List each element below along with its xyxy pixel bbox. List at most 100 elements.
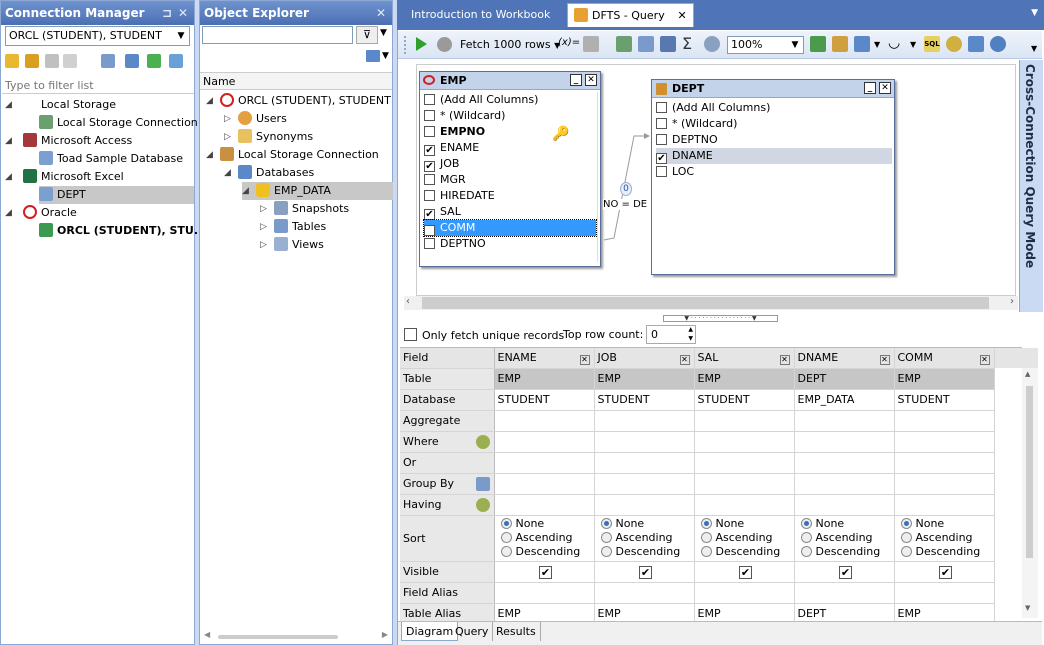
dept-column-checkbox[interactable]: ✔	[656, 153, 667, 164]
grid-cell[interactable]	[794, 431, 895, 453]
tab-query[interactable]: Query	[451, 622, 494, 641]
scrollbar-thumb[interactable]	[1026, 386, 1033, 558]
sort-radio[interactable]	[600, 518, 612, 529]
tab-dfts-query[interactable]: DFTS - Query ✕	[567, 3, 694, 27]
splitter-handle[interactable]: ▼ · · · · · · · · · · · · · · · · ▼	[663, 315, 778, 322]
sort-option[interactable]: Ascending	[900, 531, 994, 545]
grid-cell[interactable]	[794, 410, 895, 432]
grid-cell[interactable]	[894, 473, 995, 495]
emp-column-row[interactable]: HIREDATE	[424, 188, 596, 204]
grid-cell[interactable]	[694, 452, 795, 474]
grid-cell[interactable]	[594, 410, 695, 432]
disconnect-icon[interactable]	[45, 54, 59, 68]
visible-checkbox[interactable]: ✔	[639, 566, 652, 579]
sort-option[interactable]: Ascending	[500, 531, 594, 545]
sort-radio[interactable]	[800, 532, 812, 543]
grid-cell[interactable]: STUDENT	[594, 389, 695, 411]
grid-cell[interactable]	[494, 582, 595, 604]
eraser-icon[interactable]	[583, 36, 599, 52]
tree-item-databases[interactable]: ◢ Databases	[224, 164, 314, 182]
emp-column-row[interactable]: ✔ COMM	[423, 219, 597, 237]
grid-cell[interactable]: ✔	[594, 561, 695, 583]
grid-cell[interactable]: ✔	[794, 561, 895, 583]
grid-cell[interactable]	[794, 452, 895, 474]
tree-item-snapshots[interactable]: ▷ Snapshots	[260, 200, 349, 218]
magnifier-icon[interactable]	[704, 36, 720, 52]
sort-option[interactable]: None	[600, 517, 694, 531]
grid-cell[interactable]	[594, 431, 695, 453]
undo-icon[interactable]: ◡	[888, 35, 900, 51]
grid-cell[interactable]	[894, 410, 995, 432]
top-row-count-input[interactable]: 0 ▲ ▼	[646, 325, 696, 344]
grid-cell[interactable]	[694, 410, 795, 432]
grid-cell[interactable]: DEPT	[794, 368, 895, 390]
grid-cell[interactable]: ✕ COMM	[894, 348, 995, 369]
sort-radio[interactable]	[800, 518, 812, 529]
grid-cell[interactable]	[894, 452, 995, 474]
fetch-rows-button[interactable]: Fetch 1000 rows ▼	[460, 37, 560, 53]
chevron-down-icon[interactable]: ▼	[382, 51, 389, 61]
close-icon[interactable]: ✕	[376, 1, 386, 25]
sort-radio[interactable]	[500, 532, 512, 543]
grid-cell[interactable]: EMP	[694, 368, 795, 390]
grid-cell[interactable]	[894, 582, 995, 604]
scroll-up-icon[interactable]: ▲	[1025, 370, 1030, 378]
grid-cell[interactable]	[494, 494, 595, 516]
sort-option[interactable]: Ascending	[800, 531, 894, 545]
grid-cell[interactable]: EMP	[694, 603, 795, 621]
grid-cell[interactable]	[494, 473, 595, 495]
web-icon[interactable]	[968, 36, 984, 52]
grid-cell[interactable]: None Ascending Descending	[694, 515, 795, 562]
grid-cell[interactable]: ✕ ENAME	[494, 348, 595, 369]
tab-list-icon[interactable]: ▼	[1031, 8, 1038, 18]
dept-column-checkbox[interactable]	[656, 102, 667, 113]
scroll-right-icon[interactable]: ›	[1010, 296, 1014, 307]
grid-cell[interactable]	[694, 494, 795, 516]
sort-option[interactable]: Descending	[900, 545, 994, 559]
grid-view-icon[interactable]	[638, 36, 654, 52]
grid-cell[interactable]: ✔	[894, 561, 995, 583]
tools-icon[interactable]	[832, 36, 848, 52]
grid-cell[interactable]: EMP	[494, 603, 595, 621]
tree-item-local-storage-connection[interactable]: Local Storage Connection	[39, 114, 198, 132]
dept-table-header[interactable]: DEPT _ ✕	[652, 80, 894, 98]
emp-table-box[interactable]: EMP _ ✕ (Add All Columns) * (Wildcard) EMP…	[419, 71, 601, 267]
chevron-down-icon[interactable]: ▼	[787, 37, 803, 53]
view-options-icon[interactable]	[366, 50, 380, 62]
new-connection-icon[interactable]	[5, 54, 19, 68]
remove-column-icon[interactable]: ✕	[579, 354, 590, 365]
help-icon[interactable]	[990, 36, 1006, 52]
emp-column-row[interactable]: ✔ ENAME	[424, 140, 596, 156]
grid-cell[interactable]: EMP	[594, 368, 695, 390]
sort-option[interactable]: Descending	[800, 545, 894, 559]
emp-column-row[interactable]: DEPTNO	[424, 236, 596, 252]
emp-table-header[interactable]: EMP _ ✕	[420, 72, 600, 90]
sort-radio[interactable]	[800, 546, 812, 557]
grid-vertical-scrollbar[interactable]: ▲ ▼	[1022, 368, 1038, 618]
close-icon[interactable]: ✕	[585, 74, 597, 86]
grid-cell[interactable]: STUDENT	[894, 389, 995, 411]
visible-checkbox[interactable]: ✔	[539, 566, 552, 579]
horizontal-scrollbar[interactable]: ◀ ▶	[204, 630, 388, 642]
tree-item-synonyms[interactable]: ▷ Synonyms	[224, 128, 313, 146]
sort-option[interactable]: None	[500, 517, 594, 531]
grid-cell[interactable]	[894, 431, 995, 453]
grid-cell[interactable]	[794, 494, 895, 516]
spin-down-icon[interactable]: ▼	[688, 335, 693, 343]
scrollbar-thumb[interactable]	[218, 635, 338, 639]
grid-cell[interactable]: ✔	[494, 561, 595, 583]
emp-column-checkbox[interactable]	[424, 126, 435, 137]
sort-option[interactable]: Ascending	[700, 531, 794, 545]
remove-column-icon[interactable]: ✕	[679, 354, 690, 365]
grid-cell[interactable]	[494, 431, 595, 453]
grid-cell[interactable]	[794, 473, 895, 495]
sort-radio[interactable]	[700, 518, 712, 529]
visible-checkbox[interactable]: ✔	[839, 566, 852, 579]
unique-records-checkbox[interactable]	[404, 328, 417, 341]
tree-item-emp-data[interactable]: ◢ EMP_DATA	[242, 182, 393, 200]
emp-column-row[interactable]: ✔ SAL	[424, 204, 596, 220]
grid-cell[interactable]	[494, 452, 595, 474]
dept-column-checkbox[interactable]	[656, 166, 667, 177]
wizard-icon[interactable]	[946, 36, 962, 52]
export-icon[interactable]	[147, 54, 161, 68]
